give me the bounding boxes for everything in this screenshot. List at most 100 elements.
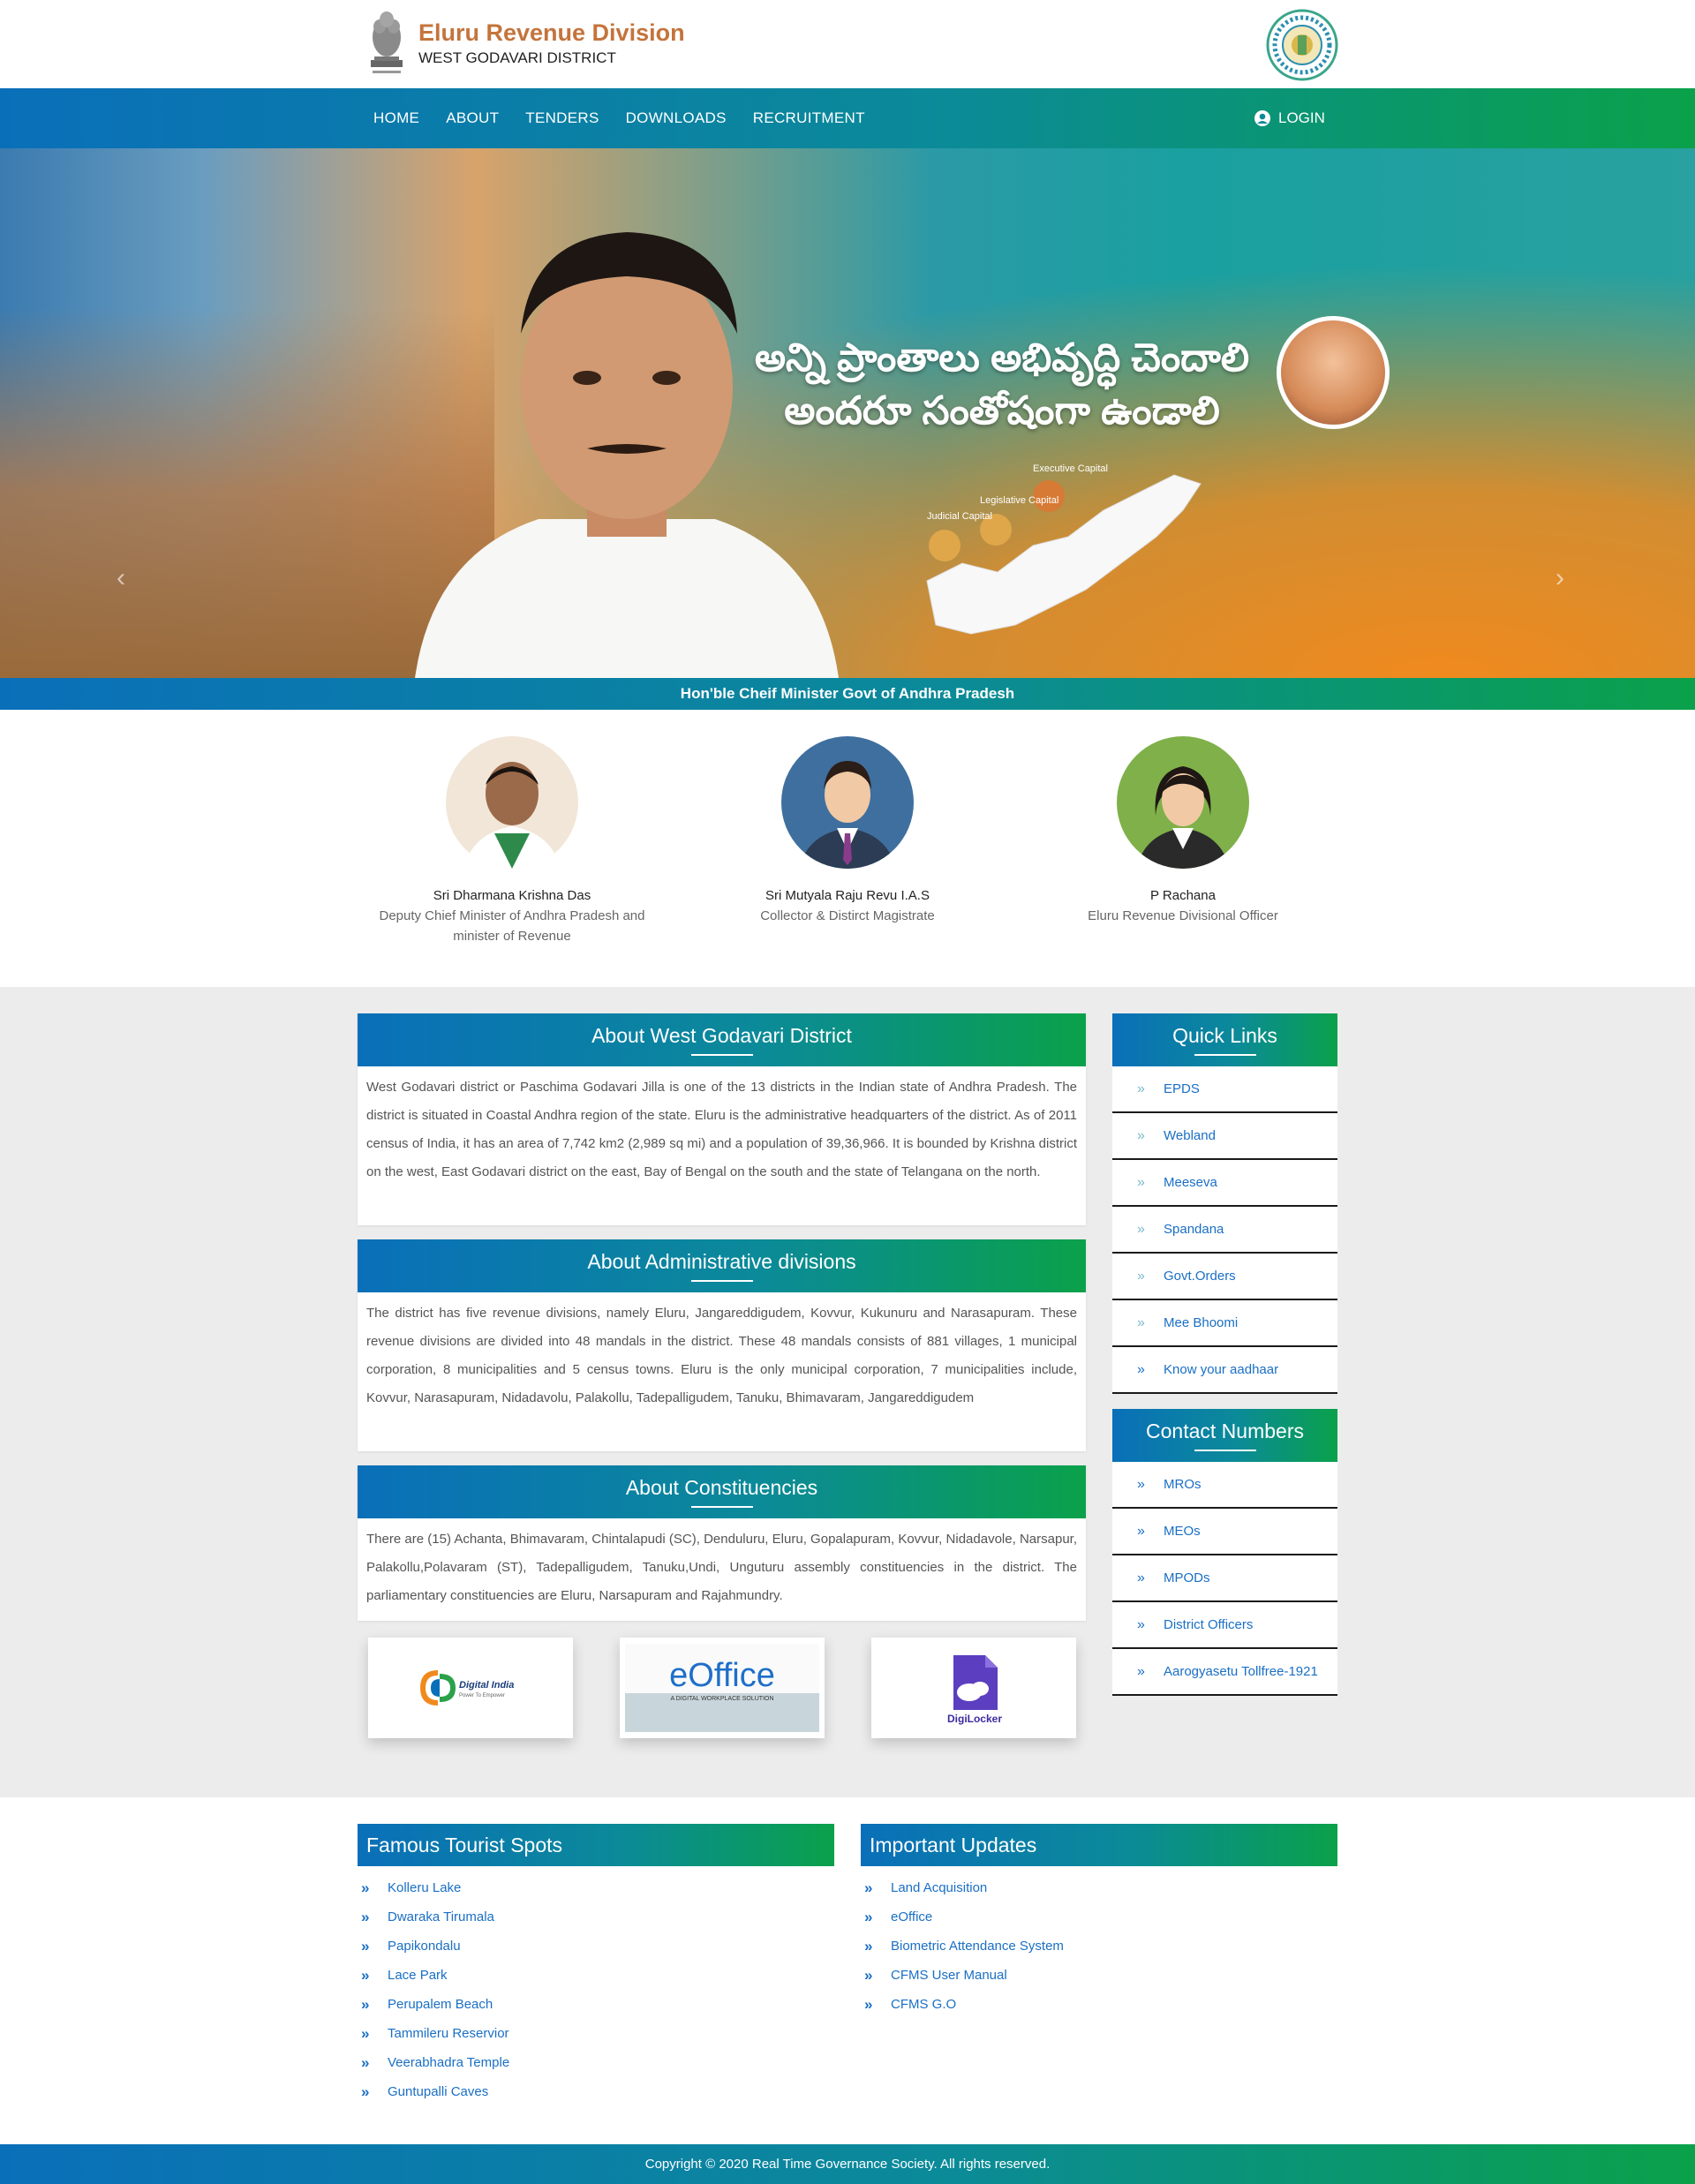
tourist-spot-link[interactable]: » Lace Park: [358, 1961, 834, 1990]
login-label: LOGIN: [1278, 109, 1325, 126]
official-role: Deputy Chief Minister of Andhra Pradesh …: [379, 908, 645, 923]
officials-section: Sri Dharmana Krishna Das Deputy Chief Mi…: [0, 710, 1695, 987]
about-constituencies-panel: About Constituencies There are (15) Acha…: [358, 1465, 1086, 1621]
chevron-double-right-icon: »: [864, 1937, 873, 1954]
quick-link-know-your-aadhaar[interactable]: » Know your aadhaar: [1112, 1347, 1337, 1394]
chevron-double-right-icon: »: [864, 1908, 873, 1925]
panel-text: West Godavari district or Paschima Godav…: [366, 1080, 1077, 1179]
chevron-double-right-icon: »: [361, 1908, 370, 1925]
link-label: Kolleru Lake: [388, 1880, 462, 1895]
nav-about[interactable]: ABOUT: [433, 109, 512, 127]
digital-india-logo-link[interactable]: Digital India Power To Empower: [368, 1638, 573, 1738]
link-label: Veerabhadra Temple: [388, 2055, 510, 2070]
official-name: Sri Dharmana Krishna Das: [433, 888, 591, 903]
panel-text: There are (15) Achanta, Bhimavaram, Chin…: [366, 1532, 1077, 1603]
link-label: Perupalem Beach: [388, 1997, 493, 2012]
tourist-spot-link[interactable]: » Kolleru Lake: [358, 1873, 834, 1902]
chevron-double-right-icon: »: [1137, 1081, 1145, 1096]
update-link[interactable]: » eOffice: [861, 1902, 1337, 1932]
quick-link-govt-orders[interactable]: » Govt.Orders: [1112, 1254, 1337, 1300]
quick-links-title: Quick Links: [1112, 1013, 1337, 1066]
link-label: Tammileru Reservior: [388, 2026, 509, 2041]
quick-links-panel: Quick Links » EPDS » Webland » Meeseva » Spa…: [1112, 1013, 1337, 1394]
map-label-executive: Executive Capital: [1033, 463, 1108, 474]
chevron-double-right-icon: »: [864, 1966, 873, 1984]
important-updates-title: Important Updates: [861, 1824, 1337, 1866]
quick-link-webland[interactable]: » Webland: [1112, 1113, 1337, 1160]
quick-link-epds[interactable]: » EPDS: [1112, 1066, 1337, 1113]
update-link[interactable]: » Biometric Attendance System: [861, 1932, 1337, 1961]
hero-slogan-line-1: అన్ని ప్రాంతాలు అభివృద్ధి చెందాలి: [754, 336, 1250, 380]
chevron-double-right-icon: »: [361, 2082, 370, 2100]
chevron-double-right-icon: »: [1137, 1663, 1145, 1679]
link-label: EPDS: [1164, 1081, 1200, 1096]
nav-tenders[interactable]: TENDERS: [512, 109, 612, 127]
national-emblem-icon: [371, 11, 403, 73]
tourist-spot-link[interactable]: » Dwaraka Tirumala: [358, 1902, 834, 1932]
site-subtitle: WEST GODAVARI DISTRICT: [418, 49, 616, 66]
tourist-spot-link[interactable]: » Perupalem Beach: [358, 1990, 834, 2019]
official-photo: [1117, 736, 1249, 869]
map-label-legislative: Legislative Capital: [980, 495, 1058, 506]
chevron-double-right-icon: »: [1137, 1127, 1145, 1143]
about-district-panel: About West Godavari District West Godava…: [358, 1013, 1086, 1225]
tourist-spot-link[interactable]: » Tammileru Reservior: [358, 2019, 834, 2048]
nav-recruitment[interactable]: RECRUITMENT: [740, 109, 878, 127]
digital-india-text: Digital India: [459, 1680, 514, 1691]
link-label: Guntupalli Caves: [388, 2084, 489, 2099]
link-label: Webland: [1164, 1128, 1216, 1143]
quick-link-spandana[interactable]: » Spandana: [1112, 1207, 1337, 1254]
important-updates-block: Important Updates » Land Acquisition » eOf…: [861, 1824, 1337, 2019]
official-role: Eluru Revenue Divisional Officer: [1088, 908, 1278, 923]
official-card: Sri Dharmana Krishna Das Deputy Chief Mi…: [353, 736, 671, 946]
hero-slogan-line-2: అందరూ సంతోషంగా ఉండాలి: [784, 389, 1220, 433]
login-link[interactable]: LOGIN: [1254, 88, 1325, 148]
chevron-double-right-icon: »: [361, 2053, 370, 2071]
link-label: MROs: [1164, 1477, 1202, 1492]
link-label: Spandana: [1164, 1222, 1224, 1237]
site-footer: Copyright © 2020 Real Time Governance So…: [0, 2144, 1695, 2184]
tourist-spot-link[interactable]: » Papikondalu: [358, 1932, 834, 1961]
link-label: District Officers: [1164, 1617, 1254, 1632]
tourist-spot-link[interactable]: » Veerabhadra Temple: [358, 2048, 834, 2077]
chevron-double-right-icon: »: [361, 1937, 370, 1954]
contact-link-mros[interactable]: » MROs: [1112, 1462, 1337, 1509]
tourist-spots-title: Famous Tourist Spots: [358, 1824, 834, 1866]
carousel-next-icon[interactable]: ›: [1556, 563, 1582, 592]
update-link[interactable]: » CFMS User Manual: [861, 1961, 1337, 1990]
panel-title: About Constituencies: [358, 1465, 1086, 1518]
official-photo: [446, 736, 578, 869]
eoffice-logo-link[interactable]: eOffice A DIGITAL WORKPLACE SOLUTION: [620, 1638, 825, 1738]
link-label: Papikondalu: [388, 1939, 461, 1954]
carousel-prev-icon[interactable]: ‹: [117, 563, 143, 592]
contact-link-meos[interactable]: » MEOs: [1112, 1509, 1337, 1555]
contact-link-mpods[interactable]: » MPODs: [1112, 1555, 1337, 1602]
eoffice-text: eOffice: [669, 1657, 775, 1694]
chevron-double-right-icon: »: [1137, 1174, 1145, 1190]
ap-capitals-map: Judicial Capital Legislative Capital Exe…: [926, 463, 1202, 635]
link-label: Biometric Attendance System: [891, 1939, 1064, 1954]
link-label: CFMS G.O: [891, 1997, 957, 2012]
contact-link-aarogyasetu[interactable]: » Aarogyasetu Tollfree-1921: [1112, 1649, 1337, 1696]
chevron-double-right-icon: »: [1137, 1268, 1145, 1284]
brand[interactable]: Eluru Revenue Division WEST GODAVARI DIS…: [364, 7, 685, 79]
tourist-spot-link[interactable]: » Guntupalli Caves: [358, 2077, 834, 2106]
link-label: Know your aadhaar: [1164, 1362, 1279, 1377]
chevron-double-right-icon: »: [1137, 1361, 1145, 1377]
digilocker-logo-link[interactable]: DigiLocker: [871, 1638, 1076, 1738]
nav-downloads[interactable]: DOWNLOADS: [613, 109, 740, 127]
about-admin-panel: About Administrative divisions The distr…: [358, 1239, 1086, 1451]
quick-link-mee-bhoomi[interactable]: » Mee Bhoomi: [1112, 1300, 1337, 1347]
link-label: MEOs: [1164, 1524, 1201, 1539]
digilocker-logo: DigiLocker: [947, 1655, 1002, 1725]
contact-numbers-panel: Contact Numbers » MROs » MEOs » MPODs » Dist…: [1112, 1409, 1337, 1696]
update-link[interactable]: » CFMS G.O: [861, 1990, 1337, 2019]
quick-link-meeseva[interactable]: » Meeseva: [1112, 1160, 1337, 1207]
update-link[interactable]: » Land Acquisition: [861, 1873, 1337, 1902]
eoffice-tagline: A DIGITAL WORKPLACE SOLUTION: [670, 1696, 773, 1702]
chevron-double-right-icon: »: [361, 2024, 370, 2042]
nav-home[interactable]: HOME: [360, 109, 433, 127]
digital-india-tagline: Power To Empower: [459, 1693, 505, 1698]
contact-link-district-officers[interactable]: » District Officers: [1112, 1602, 1337, 1649]
hero-slogan: అన్ని ప్రాంతాలు అభివృద్ధి చెందాలి అందరూ …: [737, 332, 1267, 438]
